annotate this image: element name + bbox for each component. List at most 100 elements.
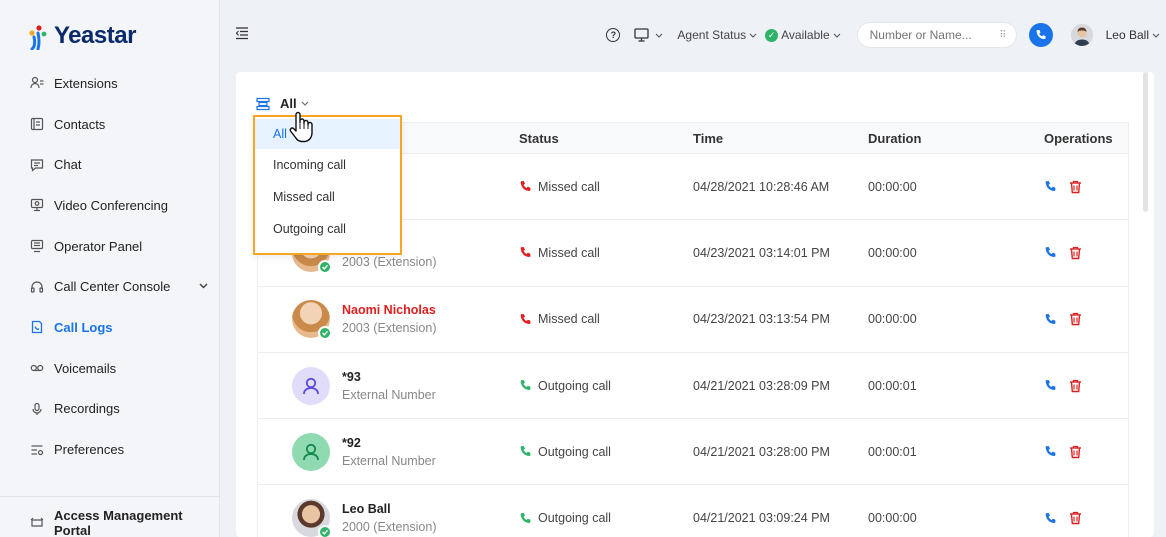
top-bar-right: ? Agent Status ✓ Available ⠿ Leo Ball	[606, 22, 1166, 48]
delete-icon[interactable]	[1069, 511, 1082, 525]
column-header-duration: Duration	[868, 130, 922, 146]
sidebar-nav: Extensions Contacts Chat Video Conferenc…	[0, 63, 220, 470]
caller-avatar	[292, 432, 330, 471]
monitor-icon[interactable]	[634, 28, 663, 42]
sidebar-item-video-conferencing[interactable]: Video Conferencing	[0, 185, 220, 226]
sidebar: Yeastar Extensions Contacts Chat Video C…	[0, 0, 220, 537]
check-circle-icon: ✓	[765, 28, 779, 42]
voicemail-icon	[30, 361, 44, 375]
dropdown-option-all[interactable]: All	[255, 119, 400, 149]
sidebar-item-chat[interactable]: Chat	[0, 144, 220, 185]
dialpad-icon[interactable]: ⠿	[999, 30, 1006, 41]
time-cell: 04/21/2021 03:28:09 PM	[693, 378, 830, 393]
agent-status-label: Agent Status	[677, 28, 747, 42]
call-back-icon[interactable]	[1044, 313, 1057, 326]
dropdown-option-incoming-call[interactable]: Incoming call	[255, 149, 400, 181]
time-cell: 04/23/2021 03:14:01 PM	[693, 245, 830, 260]
sidebar-item-label: Access Management Portal	[54, 508, 183, 537]
sidebar-item-access-management-portal[interactable]: Access Management Portal	[0, 503, 220, 537]
operations-cell	[1044, 511, 1128, 525]
call-type-filter[interactable]: All	[256, 96, 309, 111]
caller-avatar	[292, 366, 330, 405]
user-avatar[interactable]	[1070, 24, 1093, 46]
top-bar: ? Agent Status ✓ Available ⠿ Leo Ball	[220, 0, 1166, 70]
duration-cell: 00:00:00	[868, 245, 917, 260]
call-logs-icon	[30, 320, 44, 334]
caller-name: *92	[342, 435, 361, 450]
call-back-icon[interactable]	[1044, 445, 1057, 458]
status-cell: Missed call	[519, 312, 693, 326]
dial-search-box: ⠿	[856, 22, 1017, 48]
call-back-icon[interactable]	[1044, 180, 1057, 193]
caller-cell: *93 External Number	[258, 366, 519, 405]
duration-cell: 00:00:00	[868, 312, 917, 327]
delete-icon[interactable]	[1069, 312, 1082, 326]
caller-name: Leo Ball	[342, 502, 391, 517]
sidebar-item-call-logs[interactable]: Call Logs	[0, 307, 220, 348]
delete-icon[interactable]	[1069, 180, 1082, 194]
yeastar-logo[interactable]: Yeastar	[24, 22, 136, 50]
call-back-icon[interactable]	[1044, 512, 1057, 525]
agent-status-dropdown[interactable]: Agent Status	[677, 28, 757, 42]
status-text: Missed call	[538, 312, 600, 327]
help-icon[interactable]: ?	[606, 28, 621, 42]
outgoing-call-icon	[519, 512, 532, 525]
table-row: *93 External Number Outgoing call 04/21/…	[257, 352, 1129, 420]
headset-icon	[30, 280, 44, 294]
table-row: Leo Ball 2000 (Extension) Outgoing call …	[257, 485, 1129, 537]
sidebar-item-extensions[interactable]: Extensions	[0, 63, 220, 104]
call-type-dropdown: All Incoming call Missed call Outgoing c…	[253, 115, 402, 255]
call-back-icon[interactable]	[1044, 246, 1057, 259]
chevron-down-icon	[301, 98, 309, 109]
sidebar-item-operator-panel[interactable]: Operator Panel	[0, 226, 220, 267]
user-name: Leo Ball	[1105, 28, 1149, 42]
chevron-down-icon	[1152, 33, 1160, 38]
sidebar-item-label: Extensions	[54, 75, 118, 91]
scrollbar[interactable]	[1143, 72, 1148, 212]
delete-icon[interactable]	[1069, 246, 1082, 260]
caller-cell: *92 External Number	[258, 432, 519, 471]
sidebar-divider	[0, 496, 220, 497]
duration-cell: 00:00:00	[868, 511, 917, 526]
caller-name: *93	[342, 369, 361, 384]
filter-current-label: All	[280, 96, 297, 111]
chevron-down-icon	[199, 281, 208, 292]
delete-icon[interactable]	[1069, 445, 1082, 459]
missed-call-icon	[519, 246, 532, 259]
availability-dropdown[interactable]: ✓ Available	[765, 28, 841, 42]
caller-number: 2003 (Extension)	[342, 254, 437, 269]
user-menu[interactable]: Leo Ball	[1101, 28, 1160, 42]
sidebar-item-preferences[interactable]: Preferences	[0, 429, 220, 470]
sidebar-item-label: Voicemails	[54, 360, 117, 376]
operations-cell	[1044, 379, 1128, 393]
sidebar-item-contacts[interactable]: Contacts	[0, 104, 220, 145]
sidebar-item-call-center-console[interactable]: Call Center Console	[0, 266, 220, 307]
yeastar-logo-icon	[29, 25, 47, 50]
caller-number: 2003 (Extension)	[342, 321, 437, 336]
status-text: Outgoing call	[538, 378, 611, 393]
dropdown-option-missed-call[interactable]: Missed call	[255, 181, 400, 213]
status-cell: Outgoing call	[519, 445, 693, 459]
outgoing-call-icon	[519, 445, 532, 458]
sidebar-item-voicemails[interactable]: Voicemails	[0, 348, 220, 389]
sidebar-item-recordings[interactable]: Recordings	[0, 389, 220, 430]
chat-icon	[30, 158, 44, 172]
microphone-icon	[30, 402, 44, 416]
caller-cell: Naomi Nicholas 2003 (Extension)	[258, 300, 519, 341]
call-back-icon[interactable]	[1044, 379, 1057, 392]
dropdown-option-outgoing-call[interactable]: Outgoing call	[255, 213, 400, 245]
status-text: Missed call	[538, 179, 600, 194]
portal-icon	[30, 516, 44, 530]
delete-icon[interactable]	[1069, 379, 1082, 393]
operations-cell	[1044, 246, 1128, 260]
sidebar-item-label: Chat	[54, 157, 82, 173]
caller-number: External Number	[342, 387, 436, 402]
online-status-icon	[318, 326, 332, 341]
collapse-menu-icon[interactable]	[235, 26, 249, 40]
caller-cell: Leo Ball 2000 (Extension)	[258, 499, 519, 537]
operations-cell	[1044, 312, 1128, 326]
dial-search-input[interactable]	[869, 28, 980, 42]
duration-cell: 00:00:00	[868, 179, 917, 194]
status-cell: Outgoing call	[519, 379, 693, 393]
call-button[interactable]	[1028, 23, 1053, 47]
